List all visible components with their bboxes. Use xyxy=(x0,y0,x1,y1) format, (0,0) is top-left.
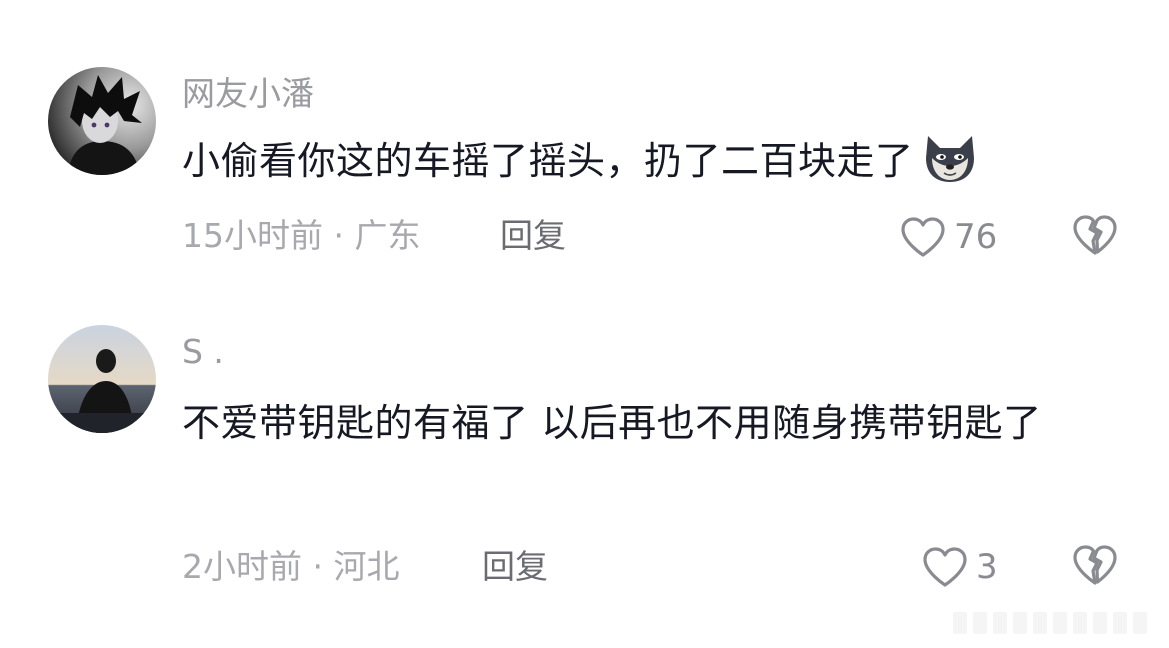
heart-outline-icon xyxy=(901,217,945,257)
comment-location: 河北 xyxy=(333,547,400,586)
comment-meta: 15小时前 · 广东 xyxy=(182,216,420,256)
comment-meta: 2小时前 · 河北 xyxy=(182,547,399,587)
broken-heart-icon xyxy=(1073,545,1117,585)
comment-location: 广东 xyxy=(354,216,421,255)
username[interactable]: 网友小潘 xyxy=(182,74,314,114)
reply-button[interactable]: 回复 xyxy=(500,216,566,256)
comment-time: 2小时前 xyxy=(182,547,302,586)
watermark xyxy=(953,612,1147,634)
like-count: 3 xyxy=(976,547,998,587)
avatar[interactable] xyxy=(48,325,156,433)
like-button[interactable]: 3 xyxy=(922,546,998,588)
meta-separator: · xyxy=(302,547,334,586)
meta-separator: · xyxy=(323,216,355,255)
like-button[interactable]: 76 xyxy=(900,216,997,258)
comment-text: 小偷看你这的车摇了摇头，扔了二百块走了 xyxy=(182,128,1132,194)
comment-text-content: 小偷看你这的车摇了摇头，扔了二百块走了 xyxy=(182,139,914,183)
dislike-button[interactable] xyxy=(1072,214,1118,260)
broken-heart-icon xyxy=(1073,215,1117,255)
doge-dog-emoji-icon xyxy=(922,132,978,184)
comment-time: 15小时前 xyxy=(182,216,323,255)
avatar[interactable] xyxy=(48,67,156,175)
heart-outline-icon xyxy=(923,547,967,587)
dislike-button[interactable] xyxy=(1072,544,1118,590)
username[interactable]: S . xyxy=(182,332,224,372)
like-count: 76 xyxy=(954,217,998,257)
reply-button[interactable]: 回复 xyxy=(482,547,548,587)
comment-text: 不爱带钥匙的有福了 以后再也不用随身携带钥匙了 xyxy=(182,401,1042,445)
